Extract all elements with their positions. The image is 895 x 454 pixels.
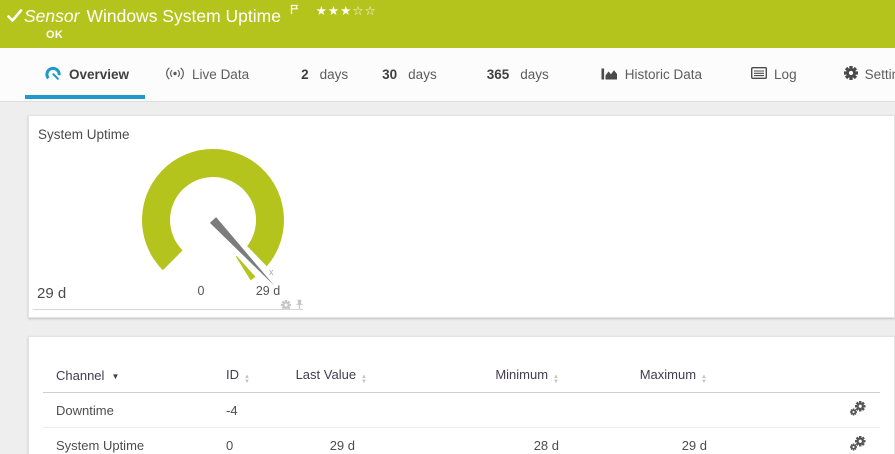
tab-settings[interactable]: Settings — [844, 66, 895, 83]
tab-overview[interactable]: Overview — [45, 66, 129, 84]
gauge-scale-max: 29 d — [240, 284, 296, 298]
gauge-last-value: 29 d — [37, 285, 66, 302]
gauge-max-marker: x — [269, 267, 274, 277]
column-header-minimum[interactable]: Minimum▲▼ — [381, 367, 573, 393]
cell-minimum: 28 d — [381, 428, 573, 454]
channels-table-panel: Channel▼ ID▲▼ Last Value▲▼ Minimum▲▼ Max… — [28, 336, 895, 454]
tab-365-days[interactable]: 365days — [487, 67, 549, 82]
sort-toggle-icon: ▲▼ — [701, 375, 707, 384]
gauge-widget-divider — [33, 309, 303, 310]
cell-maximum: 29 d — [573, 428, 721, 454]
sensor-status-badge: OK — [46, 29, 63, 41]
tab-30-days[interactable]: 30days — [382, 67, 437, 82]
channel-settings-gears-icon[interactable] — [721, 428, 880, 454]
tab-historic-data[interactable]: Historic Data — [601, 66, 702, 83]
log-list-icon — [751, 67, 767, 82]
cell-id: 0 — [213, 428, 291, 454]
tab-live-data[interactable]: Live Data — [165, 67, 249, 83]
cell-last-value — [291, 393, 381, 428]
flag-icon[interactable] — [290, 0, 299, 20]
object-type-label: Sensor — [24, 6, 79, 26]
cell-id: -4 — [213, 393, 291, 428]
channel-settings-gears-icon[interactable] — [721, 393, 880, 428]
gauge-scale-min: 0 — [181, 284, 221, 298]
active-tab-underline — [25, 95, 145, 99]
page-title: Windows System Uptime — [86, 6, 281, 26]
column-header-last-value[interactable]: Last Value▲▼ — [291, 367, 381, 393]
live-signal-icon — [165, 67, 185, 83]
tab-2-days[interactable]: 2days — [301, 67, 348, 82]
widget-settings-gear-icon[interactable] — [281, 297, 291, 315]
table-row-system-uptime: System Uptime 0 29 d 28 d 29 d — [43, 428, 880, 454]
cell-channel[interactable]: Downtime — [43, 393, 213, 428]
table-header-row: Channel▼ ID▲▼ Last Value▲▼ Minimum▲▼ Max… — [43, 367, 880, 393]
pin-icon[interactable] — [295, 297, 304, 315]
cell-channel[interactable]: System Uptime — [43, 428, 213, 454]
sort-toggle-icon: ▲▼ — [361, 375, 367, 384]
column-header-channel[interactable]: Channel▼ — [43, 367, 213, 393]
gear-icon — [844, 66, 858, 83]
sensor-title-line: Sensor Windows System Uptime ★★★☆☆ — [24, 6, 377, 27]
sort-toggle-icon: ▲▼ — [244, 375, 250, 384]
cell-minimum — [381, 393, 573, 428]
area-chart-icon — [601, 66, 618, 83]
tab-log[interactable]: Log — [751, 67, 797, 82]
status-ok-check-icon — [7, 9, 23, 28]
uptime-gauge — [29, 126, 339, 298]
gauge-icon — [45, 66, 62, 84]
cell-maximum — [573, 393, 721, 428]
sensor-header: Sensor Windows System Uptime ★★★☆☆ OK — [0, 0, 895, 48]
channels-table: Channel▼ ID▲▼ Last Value▲▼ Minimum▲▼ Max… — [43, 367, 880, 454]
priority-stars[interactable]: ★★★☆☆ — [316, 4, 377, 18]
gauge-widget-controls — [281, 297, 304, 315]
tab-bar: Overview Live Data 2days 30days 365days … — [0, 48, 895, 102]
overview-gauge-panel: System Uptime x 29 d 0 29 d — [28, 115, 895, 318]
column-header-id[interactable]: ID▲▼ — [213, 367, 291, 393]
column-header-maximum[interactable]: Maximum▲▼ — [573, 367, 721, 393]
sort-toggle-icon: ▲▼ — [553, 375, 559, 384]
gauge-ring — [142, 149, 284, 280]
sort-desc-icon: ▼ — [111, 372, 119, 381]
stars-filled-icon: ★★★ — [316, 4, 353, 18]
cell-last-value: 29 d — [291, 428, 381, 454]
prtg-sensor-page: Sensor Windows System Uptime ★★★☆☆ OK Ove… — [0, 0, 895, 454]
table-row-downtime: Downtime -4 — [43, 393, 880, 428]
stars-empty-icon: ☆☆ — [352, 4, 376, 18]
